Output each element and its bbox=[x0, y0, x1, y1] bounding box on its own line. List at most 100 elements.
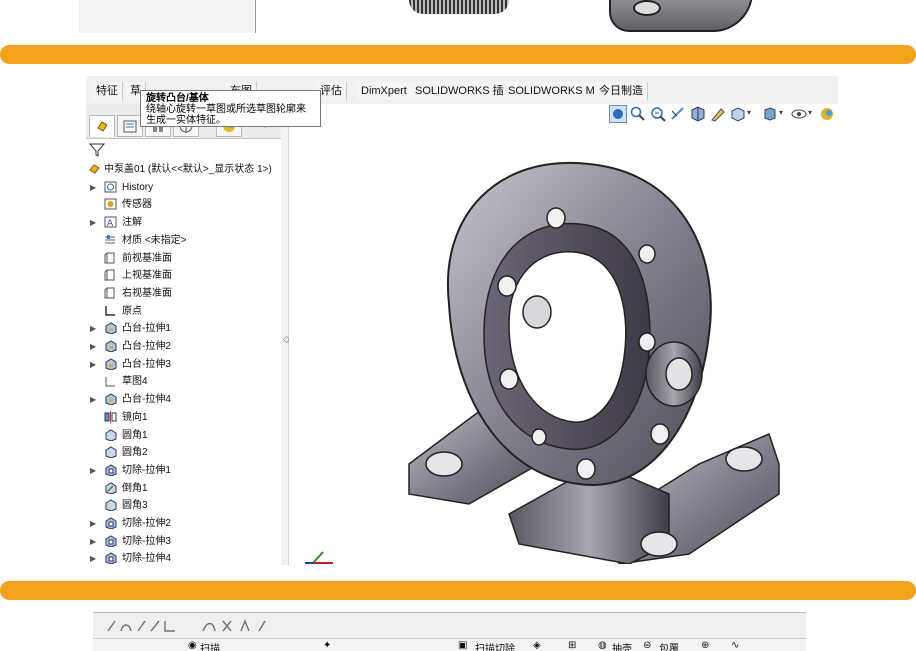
expand-arrow-icon[interactable]: ▶ bbox=[90, 338, 96, 355]
feature-tree-tab[interactable] bbox=[89, 115, 115, 137]
expand-arrow-icon[interactable]: ▶ bbox=[90, 320, 96, 337]
expand-arrow-icon[interactable]: ▶ bbox=[90, 391, 96, 408]
history-icon bbox=[104, 181, 117, 193]
tree-item[interactable]: 右视基准面 bbox=[86, 285, 281, 302]
tab-features[interactable]: 特征 bbox=[92, 82, 123, 100]
zoom-to-fit-icon[interactable] bbox=[609, 105, 627, 123]
plane-icon bbox=[104, 252, 115, 263]
previous-view-icon[interactable] bbox=[669, 105, 687, 123]
bolt-hole bbox=[499, 368, 519, 390]
tree-item[interactable]: ▶ 切除-拉伸3 bbox=[86, 533, 281, 550]
tab-dimxpert[interactable]: DimXpert bbox=[357, 82, 412, 100]
tree-item[interactable]: 材质 <未指定> bbox=[86, 232, 281, 249]
tree-root-part[interactable]: 中泵盖01 (默认<<默认>_显示状态 1>) bbox=[86, 161, 281, 178]
display-style-icon[interactable] bbox=[761, 105, 779, 123]
tree-item-label: 凸台-拉伸3 bbox=[122, 358, 171, 370]
section-view-icon[interactable] bbox=[689, 105, 707, 123]
part-flange-partial bbox=[609, 0, 753, 32]
sweep-cut-icon[interactable]: ▣ bbox=[458, 640, 467, 651]
zoom-to-area-icon[interactable] bbox=[629, 105, 647, 123]
filter-icon[interactable] bbox=[89, 142, 105, 158]
expand-arrow-icon[interactable]: ▶ bbox=[90, 550, 96, 565]
tree-item[interactable]: 原点 bbox=[86, 303, 281, 320]
view-orientation-icon[interactable] bbox=[729, 105, 747, 123]
shell-icon[interactable]: ◍ bbox=[598, 640, 607, 651]
tree-item-label: 镜向1 bbox=[122, 411, 148, 423]
tree-item[interactable]: ▶ 凸台-拉伸4 bbox=[86, 391, 281, 408]
tree-item-label: 切除-拉伸4 bbox=[122, 553, 171, 565]
sweep-icon[interactable]: ◉ bbox=[188, 640, 197, 651]
expand-arrow-icon[interactable]: ▶ bbox=[90, 462, 96, 479]
dropdown-arrow-icon[interactable]: ▾ bbox=[747, 108, 751, 117]
tree-item[interactable]: ▶ 凸台-拉伸1 bbox=[86, 320, 281, 337]
feature-icon[interactable]: ✦ bbox=[323, 640, 331, 651]
bolt-hole bbox=[638, 244, 656, 264]
boss-thread-hole bbox=[665, 357, 693, 391]
sketch-tools-row bbox=[93, 613, 806, 639]
mount-hole bbox=[725, 446, 763, 472]
tree-item[interactable]: 上视基准面 bbox=[86, 267, 281, 284]
sensor-icon bbox=[104, 198, 117, 210]
tree-item-label: 草图4 bbox=[122, 376, 148, 388]
tree-item[interactable]: ▶ 切除-拉伸4 bbox=[86, 550, 281, 565]
expand-arrow-icon[interactable]: ▶ bbox=[90, 179, 96, 196]
tab-manufacturing[interactable]: 今日制造 bbox=[595, 82, 648, 100]
tree-item[interactable]: ▶ 凸台-拉伸2 bbox=[86, 338, 281, 355]
tree-item[interactable]: 镜向1 bbox=[86, 409, 281, 426]
hide-show-items-icon[interactable] bbox=[790, 105, 808, 123]
bolt-hole bbox=[546, 207, 566, 229]
tree-item[interactable]: 前视基准面 bbox=[86, 250, 281, 267]
bolt-hole bbox=[638, 332, 656, 352]
expand-arrow-icon[interactable]: ▶ bbox=[90, 214, 96, 231]
mount-hole bbox=[640, 531, 678, 557]
rib-icon[interactable]: ⊞ bbox=[568, 640, 576, 651]
tree-item[interactable]: ▶ 切除-拉伸2 bbox=[86, 515, 281, 532]
tree-item[interactable]: ▶ A 注解 bbox=[86, 214, 281, 231]
draft-icon[interactable]: ◈ bbox=[533, 640, 541, 651]
pump-cover-3d-model[interactable] bbox=[389, 134, 789, 564]
origin-icon bbox=[105, 305, 115, 316]
wrap-icon[interactable]: ⊜ bbox=[643, 640, 651, 651]
edit-appearance-icon[interactable] bbox=[818, 105, 836, 123]
sweep-label[interactable]: 扫描 bbox=[200, 640, 220, 651]
plane-icon bbox=[104, 287, 115, 299]
tree-item[interactable]: 倒角1 bbox=[86, 480, 281, 497]
coordinate-triad-icon bbox=[305, 551, 333, 564]
cut-icon bbox=[105, 464, 117, 476]
wrap-label[interactable]: 包覆 bbox=[659, 640, 679, 651]
tooltip-revolve-boss: 旋转凸台/基体 绕轴心旋转一草图或所选草图轮廓来 生成一实体特征。 bbox=[140, 90, 321, 127]
graphics-viewport[interactable]: ▾ ▾ ▾ bbox=[289, 104, 838, 565]
sketch-tool-icons[interactable] bbox=[103, 617, 303, 635]
tree-item[interactable]: 圆角3 bbox=[86, 497, 281, 514]
tree-item[interactable]: ▶ 凸台-拉伸3 bbox=[86, 356, 281, 373]
tree-item-label: 圆角3 bbox=[122, 500, 148, 512]
cut-icon bbox=[105, 517, 117, 529]
tree-item[interactable]: 草图4 bbox=[86, 373, 281, 390]
shell-label[interactable]: 抽壳 bbox=[612, 640, 632, 651]
tree-item[interactable]: 圆角2 bbox=[86, 444, 281, 461]
tree-item-label: 切除-拉伸2 bbox=[122, 518, 171, 529]
features-row: ◉ 扫描 ✦ ▣ 扫描切除 ◈ ⊞ ◍ 抽壳 ⊜ 包覆 ⊕ ∿ bbox=[93, 639, 806, 651]
curves-icon[interactable]: ∿ bbox=[731, 640, 739, 651]
tree-item[interactable]: ▶ 切除-拉伸1 bbox=[86, 462, 281, 479]
tree-item-label: 注解 bbox=[122, 217, 142, 229]
tree-item[interactable]: ▶ History bbox=[86, 179, 281, 196]
tree-item[interactable]: 圆角1 bbox=[86, 427, 281, 444]
bolt-hole bbox=[531, 428, 547, 446]
reference-geometry-icon[interactable]: ⊕ bbox=[701, 640, 709, 651]
bolt-hole bbox=[576, 458, 596, 480]
dropdown-arrow-icon[interactable]: ▾ bbox=[808, 108, 812, 117]
mount-hole bbox=[425, 451, 463, 477]
extrude-icon bbox=[105, 358, 117, 370]
dropdown-arrow-icon[interactable]: ▾ bbox=[779, 108, 783, 117]
expand-arrow-icon[interactable]: ▶ bbox=[90, 533, 96, 550]
dynamic-annotation-icon[interactable] bbox=[709, 105, 727, 123]
zoom-icon[interactable] bbox=[649, 105, 667, 123]
orange-separator bbox=[0, 45, 916, 64]
expand-arrow-icon[interactable]: ▶ bbox=[90, 356, 96, 373]
tree-item[interactable]: 传感器 bbox=[86, 196, 281, 213]
tree-item-label: 原点 bbox=[122, 305, 142, 317]
tree-root-label: 中泵盖01 (默认<<默认>_显示状态 1>) bbox=[104, 164, 272, 175]
sweep-cut-label[interactable]: 扫描切除 bbox=[475, 640, 515, 651]
expand-arrow-icon[interactable]: ▶ bbox=[90, 515, 96, 532]
